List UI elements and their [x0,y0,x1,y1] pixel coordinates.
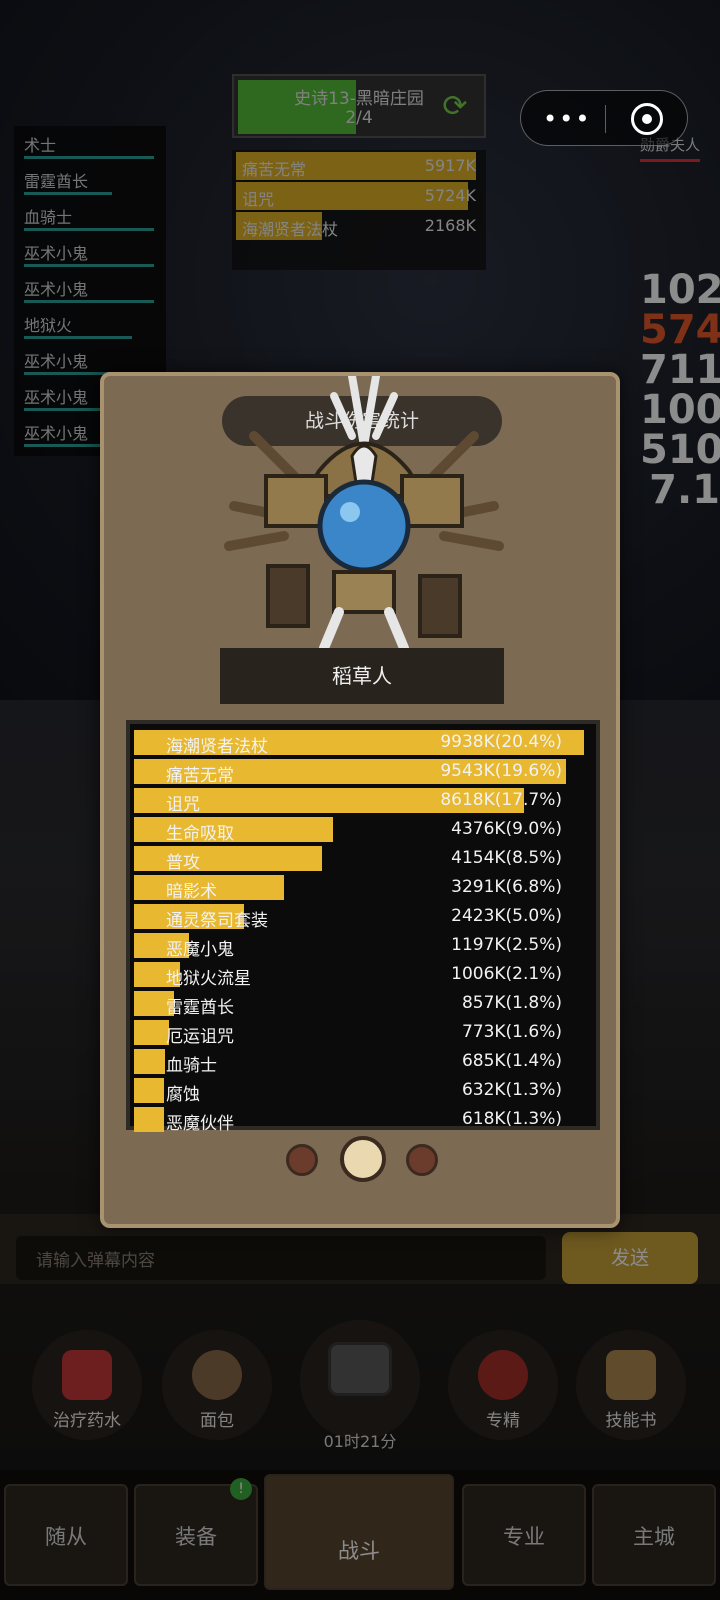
close-target-icon[interactable] [631,103,663,135]
damage-row: 腐蚀 632K(1.3%) [134,1076,592,1105]
damage-row: 痛苦无常 9543K(19.6%) [134,757,592,786]
damage-bar [134,846,322,871]
orb-highlight [340,502,360,522]
damage-row: 恶魔小鬼 1197K(2.5%) [134,931,592,960]
page-dot[interactable] [286,1144,318,1176]
damage-value: 9543K(19.6%) [440,761,562,781]
damage-row: 血骑士 685K(1.4%) [134,1047,592,1076]
damage-row: 暗影术 3291K(6.8%) [134,873,592,902]
damage-source-name: 雷霆酋长 [166,998,234,1018]
damage-value: 1197K(2.5%) [451,935,562,955]
damage-row: 恶魔伙伴 618K(1.3%) [134,1105,592,1134]
damage-source-name: 暗影术 [166,882,217,902]
scarecrow-boss-image [224,376,504,653]
damage-bar [134,1107,164,1132]
right-straw-arm [400,474,464,528]
damage-source-name: 通灵祭司套装 [166,911,268,931]
damage-source-name: 痛苦无常 [166,766,234,786]
damage-bar [134,1020,169,1045]
damage-row: 雷霆酋长 857K(1.8%) [134,989,592,1018]
damage-source-name: 地狱火流星 [166,969,251,989]
blue-orb [317,479,411,573]
damage-bar [134,1078,164,1103]
damage-value: 8618K(17.7%) [440,790,562,810]
damage-source-name: 厄运诅咒 [166,1027,234,1047]
damage-source-name: 腐蚀 [166,1085,200,1105]
left-straw-arm [264,474,328,528]
damage-row: 厄运诅咒 773K(1.6%) [134,1018,592,1047]
damage-stats-modal: 战斗伤害统计 稻草人 海潮贤者法杖 9938K(20.4%) 痛苦无常 9543… [100,372,620,1228]
damage-value: 618K(1.3%) [461,1109,562,1129]
page-dot[interactable] [406,1144,438,1176]
boss-name: 稻草人 [220,648,504,704]
antlers [330,376,398,450]
legs [319,607,409,653]
damage-value: 3291K(6.8%) [451,877,562,897]
damage-source-name: 诅咒 [166,795,200,815]
damage-value: 9938K(20.4%) [440,732,562,752]
damage-row: 地狱火流星 1006K(2.1%) [134,960,592,989]
damage-value: 632K(1.3%) [461,1080,562,1100]
damage-row: 海潮贤者法杖 9938K(20.4%) [134,728,592,757]
damage-stats-list: 海潮贤者法杖 9938K(20.4%) 痛苦无常 9543K(19.6%) 诅咒 8618… [126,720,600,1134]
damage-source-name: 恶魔伙伴 [166,1114,234,1134]
damage-value: 4154K(8.5%) [451,848,562,868]
damage-source-name: 普攻 [166,853,200,873]
damage-value: 773K(1.6%) [461,1022,562,1042]
more-icon[interactable]: ••• [543,105,591,133]
damage-value: 1006K(2.1%) [451,964,562,984]
damage-bar [134,1049,165,1074]
miniprogram-capsule: ••• [520,90,688,146]
damage-row: 诅咒 8618K(17.7%) [134,786,592,815]
damage-value: 4376K(9.0%) [451,819,562,839]
straw-skirt [332,570,396,614]
damage-row: 通灵祭司套装 2423K(5.0%) [134,902,592,931]
damage-value: 2423K(5.0%) [451,906,562,926]
game-screen: { "stage": { "title": "史诗13-黑暗庄园", "prog… [0,0,720,1600]
damage-source-name: 生命吸取 [166,824,234,844]
page-indicator [284,1136,444,1182]
damage-source-name: 血骑士 [166,1056,217,1076]
capsule-divider [605,105,606,133]
damage-source-name: 海潮贤者法杖 [166,737,268,757]
left-claw [266,564,310,628]
damage-row: 生命吸取 4376K(9.0%) [134,815,592,844]
damage-value: 685K(1.4%) [461,1051,562,1071]
damage-row: 普攻 4154K(8.5%) [134,844,592,873]
damage-value: 857K(1.8%) [461,993,562,1013]
page-dot-active[interactable] [340,1136,386,1182]
right-claw [418,574,462,638]
damage-source-name: 恶魔小鬼 [166,940,234,960]
